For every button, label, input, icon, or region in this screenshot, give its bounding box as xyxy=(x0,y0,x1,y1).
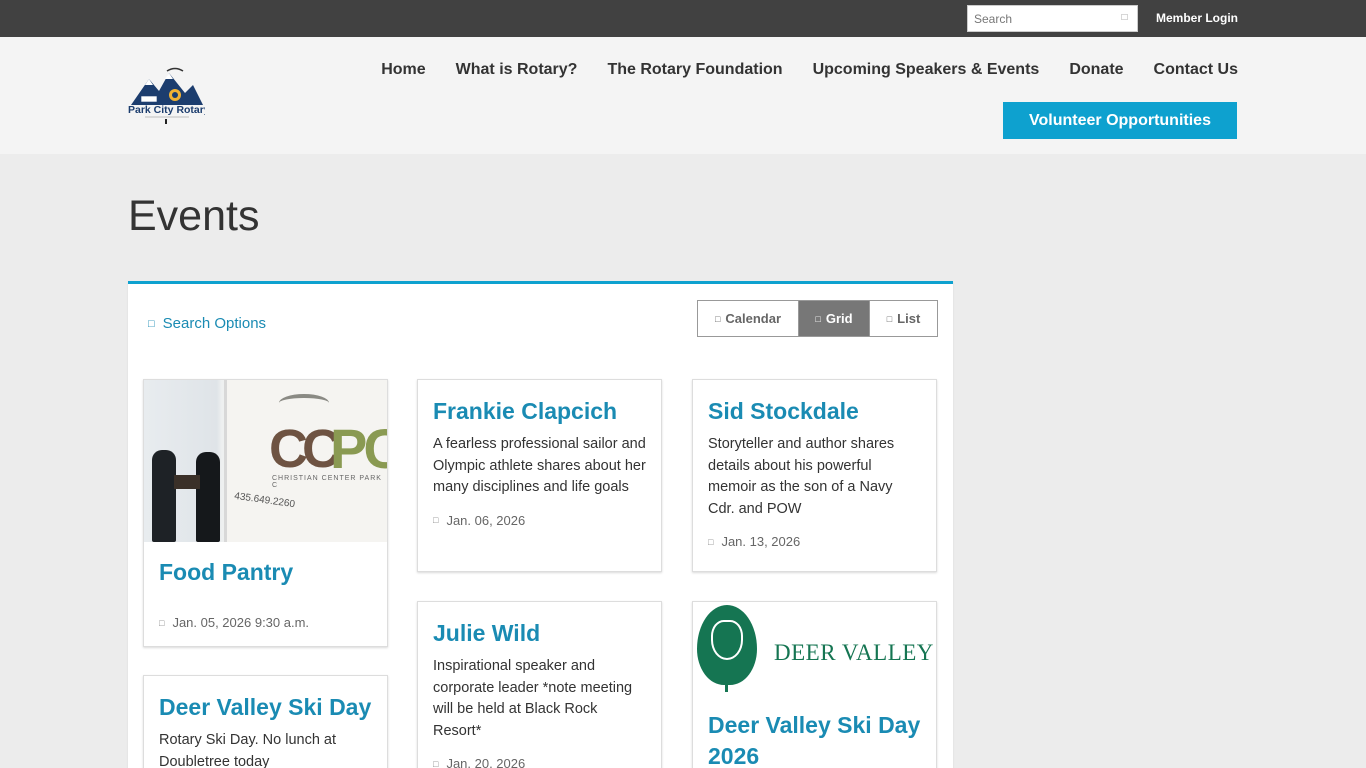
event-title[interactable]: Food Pantry xyxy=(159,557,372,588)
event-description: A fearless professional sailor and Olymp… xyxy=(433,436,646,495)
event-date: □ Jan. 20, 2026 xyxy=(433,756,646,768)
calendar-icon: □ xyxy=(708,536,714,547)
deer-valley-wordmark: DEER VALLEY xyxy=(774,640,934,665)
list-view-button[interactable]: □ List xyxy=(870,301,937,336)
event-description: Inspirational speaker and corporate lead… xyxy=(433,658,633,739)
site-search: □ xyxy=(967,5,1138,32)
event-title[interactable]: Julie Wild xyxy=(433,618,646,649)
event-date-text: Jan. 05, 2026 9:30 a.m. xyxy=(172,615,310,630)
event-card-sid-stockdale[interactable]: Sid Stockdale Storyteller and author sha… xyxy=(692,379,937,572)
food-pantry-photo[interactable]: CC PC CHRISTIAN CENTER PARK C 435.649.22… xyxy=(144,380,387,542)
event-card-frankie-clapcich[interactable]: Frankie Clapcich A fearless professional… xyxy=(417,379,662,572)
events-panel: □ Search Options □ Calendar □ Grid □ Lis… xyxy=(128,281,953,768)
nav-upcoming-speakers-events[interactable]: Upcoming Speakers & Events xyxy=(813,61,1040,79)
grid-view-label: Grid xyxy=(825,311,853,326)
search-options-label: Search Options xyxy=(162,315,267,332)
calendar-icon: □ xyxy=(159,617,165,628)
event-title[interactable]: Sid Stockdale xyxy=(708,396,921,427)
calendar-icon: □ xyxy=(433,515,439,525)
list-view-label: List xyxy=(897,311,921,326)
nav-rotary-foundation[interactable]: The Rotary Foundation xyxy=(607,61,782,79)
event-title[interactable]: Deer Valley Ski Day 2026 xyxy=(708,710,921,768)
event-card-food-pantry[interactable]: CC PC CHRISTIAN CENTER PARK C 435.649.22… xyxy=(143,379,388,647)
event-date: □ Jan. 06, 2026 xyxy=(433,513,646,528)
nav-home[interactable]: Home xyxy=(381,61,425,79)
volunteer-opportunities-button[interactable]: Volunteer Opportunities xyxy=(1003,102,1237,139)
top-utility-bar: □ Member Login xyxy=(0,0,1366,37)
grid-icon: □ xyxy=(815,313,821,324)
calendar-icon: □ xyxy=(433,758,439,768)
search-icon[interactable]: □ xyxy=(1118,11,1131,25)
calendar-icon: □ xyxy=(714,313,721,324)
nav-donate[interactable]: Donate xyxy=(1069,61,1123,79)
event-card-deer-valley-ski-day-2026[interactable]: DEER VALLEY Deer Valley Ski Day 2026 xyxy=(692,601,937,768)
calendar-view-button[interactable]: □ Calendar xyxy=(698,301,799,336)
logo-text: Park City Rotary xyxy=(128,104,205,116)
view-toggle: □ Calendar □ Grid □ List xyxy=(697,300,938,337)
event-date: □ Jan. 05, 2026 9:30 a.m. xyxy=(159,615,372,630)
search-input[interactable] xyxy=(968,6,1113,31)
event-date-text: Jan. 06, 2026 xyxy=(446,512,526,528)
event-date-text: Jan. 13, 2026 xyxy=(721,534,801,549)
event-title[interactable]: Frankie Clapcich xyxy=(433,396,646,427)
event-title[interactable]: Deer Valley Ski Day xyxy=(159,692,372,723)
search-options-toggle[interactable]: □ Search Options xyxy=(148,315,266,332)
member-login-link[interactable]: Member Login xyxy=(1156,11,1238,25)
event-date: □ Jan. 13, 2026 xyxy=(708,534,921,549)
nav-contact-us[interactable]: Contact Us xyxy=(1154,61,1238,79)
event-description: Storyteller and author shares details ab… xyxy=(708,436,895,517)
main-nav: Home What is Rotary? The Rotary Foundati… xyxy=(351,61,1238,79)
event-card-julie-wild[interactable]: Julie Wild Inspirational speaker and cor… xyxy=(417,601,662,768)
deer-valley-logo[interactable]: DEER VALLEY xyxy=(693,602,936,702)
grid-view-button[interactable]: □ Grid xyxy=(799,301,870,336)
calendar-view-label: Calendar xyxy=(725,311,782,326)
event-date-text: Jan. 20, 2026 xyxy=(446,756,526,768)
nav-what-is-rotary[interactable]: What is Rotary? xyxy=(456,61,578,79)
park-city-rotary-logo[interactable]: Park City Rotary xyxy=(127,65,210,125)
event-description: Rotary Ski Day. No lunch at Doubletree t… xyxy=(159,732,337,768)
event-card-deer-valley-ski-day[interactable]: Deer Valley Ski Day Rotary Ski Day. No l… xyxy=(143,675,388,768)
page-title: Events xyxy=(128,192,260,240)
list-icon: □ xyxy=(886,313,893,324)
plus-square-icon: □ xyxy=(148,317,155,330)
site-header: Park City Rotary Home What is Rotary? Th… xyxy=(0,37,1366,154)
